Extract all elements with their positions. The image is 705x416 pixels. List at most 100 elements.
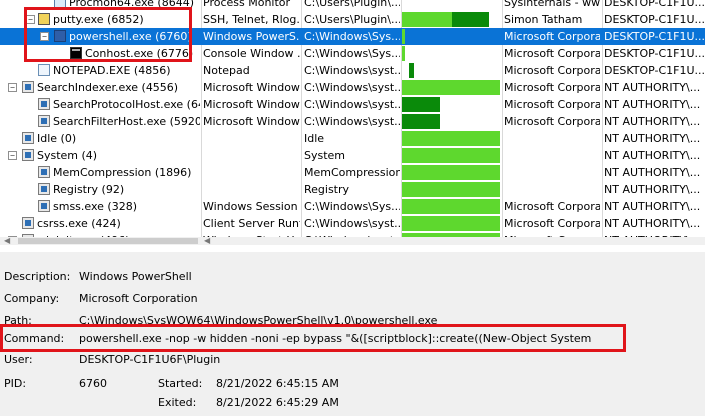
process-row-selected[interactable]: − powershell.exe (6760) Windows PowerS..… (0, 28, 705, 45)
process-name-cell: − putty.exe (6852) (0, 11, 200, 28)
process-row[interactable]: − putty.exe (6852) SSH, Telnet, Rlog... … (0, 11, 705, 28)
process-company: Microsoft Corporat... (504, 200, 600, 213)
timeline-bar (402, 131, 500, 146)
process-tree[interactable]: Procmon64.exe (8644) Process Monitor C:\… (0, 0, 705, 245)
process-user: DESKTOP-C1F1U... (604, 0, 705, 9)
process-name: Conhost.exe (6776) (85, 47, 194, 60)
process-company (504, 164, 600, 181)
scroll-left-icon[interactable]: ◀ (4, 236, 10, 245)
process-name-cell: − System (4) (0, 147, 200, 164)
command-value: powershell.exe -nop -w hidden -noni -ep … (79, 332, 592, 345)
process-path: C:\Windows\syst... (304, 81, 400, 94)
timeline-cell (402, 113, 502, 130)
process-description (203, 181, 300, 198)
process-description: Notepad (203, 64, 250, 77)
process-name: MemCompression (1896) (53, 166, 192, 179)
process-description (203, 147, 300, 164)
process-row[interactable]: Registry (92) Registry NT AUTHORITY\... (0, 181, 705, 198)
timeline-cell (402, 11, 502, 28)
process-name: Registry (92) (53, 183, 125, 196)
collapse-toggle-icon[interactable]: − (40, 32, 49, 41)
process-company: Simon Tatham (504, 13, 583, 26)
process-name: System (4) (37, 149, 98, 162)
process-user: NT AUTHORITY\... (604, 166, 701, 179)
process-row[interactable]: Procmon64.exe (8644) Process Monitor C:\… (0, 0, 705, 11)
timeline-cell (402, 130, 502, 147)
pid-value: 6760 (79, 377, 107, 390)
process-name-cell: Registry (92) (0, 181, 200, 198)
process-user: NT AUTHORITY\... (604, 98, 701, 111)
timeline-cell (402, 62, 502, 79)
process-row[interactable]: MemCompression (1896) MemCompression NT … (0, 164, 705, 181)
process-path: C:\Windows\Sys... (304, 47, 400, 60)
process-row[interactable]: SearchFilterHost.exe (5920) Microsoft Wi… (0, 113, 705, 130)
scroll-left-icon[interactable]: ◀ (204, 236, 210, 245)
process-name: smss.exe (328) (53, 200, 137, 213)
process-user: DESKTOP-C1F1U... (604, 47, 705, 60)
process-row[interactable]: SearchProtocolHost.exe (6480) Microsoft … (0, 96, 705, 113)
process-row[interactable]: − SearchIndexer.exe (4556) Microsoft Win… (0, 79, 705, 96)
timeline-cell (402, 198, 502, 215)
csrss-icon (22, 217, 34, 229)
process-user: DESKTOP-C1F1U... (604, 13, 705, 26)
system-icon (22, 149, 34, 161)
process-description: SSH, Telnet, Rlog... (203, 13, 300, 26)
collapse-toggle-icon[interactable]: − (8, 83, 17, 92)
process-company: Microsoft Corporat... (504, 47, 600, 60)
process-path: C:\Windows\syst... (304, 217, 400, 230)
process-name: putty.exe (6852) (53, 13, 144, 26)
process-user: NT AUTHORITY\... (604, 81, 701, 94)
smss-icon (38, 200, 50, 212)
search-indexer-icon (22, 81, 34, 93)
description-label: Description: (4, 270, 71, 283)
user-label: User: (4, 353, 33, 366)
collapse-toggle-icon[interactable]: − (8, 151, 17, 160)
timeline-bar (402, 148, 500, 163)
timeline-bar (402, 12, 452, 27)
process-description: Process Monitor (203, 0, 291, 9)
process-name-cell: Procmon64.exe (8644) (0, 0, 200, 11)
timeline-bar (402, 80, 500, 95)
process-company (504, 181, 600, 198)
process-description: Client Server Runt... (203, 217, 300, 230)
process-path: C:\Windows\Sys... (304, 200, 400, 213)
process-path: C:\Windows\Sys... (304, 30, 400, 43)
process-name: NOTEPAD.EXE (4856) (53, 64, 171, 77)
scroll-thumb[interactable] (18, 238, 198, 244)
process-row[interactable]: − System (4) System NT AUTHORITY\... (0, 147, 705, 164)
process-name-cell: MemCompression (1896) (0, 164, 200, 181)
horizontal-scrollbar[interactable]: ◀ ◀ (0, 236, 705, 245)
procmon-icon (54, 0, 66, 8)
user-value: DESKTOP-C1F1U6F\Plugin (79, 353, 221, 366)
process-user: DESKTOP-C1F1U... (604, 64, 705, 77)
process-row[interactable]: NOTEPAD.EXE (4856) Notepad C:\Windows\sy… (0, 62, 705, 79)
process-row[interactable]: Conhost.exe (6776) Console Window ... C:… (0, 45, 705, 62)
process-name: powershell.exe (6760) (69, 30, 192, 43)
process-company (504, 147, 600, 164)
process-name: SearchIndexer.exe (4556) (37, 81, 179, 94)
process-company: Microsoft Corporat... (504, 30, 600, 43)
process-user: NT AUTHORITY\... (604, 149, 701, 162)
process-path: C:\Windows\syst... (304, 64, 400, 77)
process-user: NT AUTHORITY\... (604, 115, 701, 128)
timeline-bar (402, 165, 500, 180)
process-description: Microsoft Window... (203, 98, 300, 111)
process-company: Microsoft Corporat... (504, 98, 600, 111)
company-label: Company: (4, 292, 60, 305)
process-description: Microsoft Window... (203, 115, 300, 128)
process-row[interactable]: smss.exe (328) Windows Session ... C:\Wi… (0, 198, 705, 215)
company-value: Microsoft Corporation (79, 292, 198, 305)
process-user: NT AUTHORITY\... (604, 217, 701, 230)
process-row[interactable]: csrss.exe (424) Client Server Runt... C:… (0, 215, 705, 232)
collapse-toggle-icon[interactable]: − (26, 15, 35, 24)
process-name-cell: NOTEPAD.EXE (4856) (0, 62, 200, 79)
description-value: Windows PowerShell (79, 270, 192, 283)
process-row[interactable]: Idle (0) Idle NT AUTHORITY\... (0, 130, 705, 147)
process-name-cell: − SearchIndexer.exe (4556) (0, 79, 200, 96)
process-name-cell: csrss.exe (424) (0, 215, 200, 232)
timeline-bar (402, 97, 440, 112)
process-description: Console Window ... (203, 47, 300, 60)
search-protocol-icon (38, 98, 50, 110)
command-label: Command: (4, 332, 65, 345)
timeline-cell (402, 181, 502, 198)
